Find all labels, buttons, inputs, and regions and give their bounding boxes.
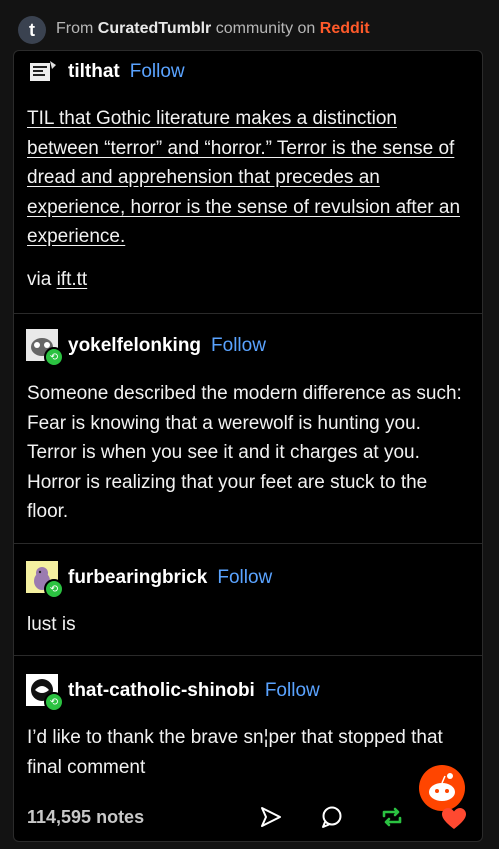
username-label[interactable]: furbearingbrick — [68, 567, 207, 588]
post-username[interactable]: yokelfelonking Follow — [68, 335, 266, 357]
source-middle: community on — [215, 20, 316, 37]
notes-count[interactable]: 114,595 notes — [27, 807, 144, 828]
post-username[interactable]: furbearingbrick Follow — [68, 567, 272, 589]
post-text[interactable]: TIL that Gothic literature makes a disti… — [27, 104, 467, 252]
avatar[interactable]: ⟲ — [26, 329, 64, 367]
source-line: From CuratedTumblr community on Reddit — [56, 20, 370, 38]
tumblr-logo-icon: t — [18, 16, 46, 44]
reblog-badge-icon: ⟲ — [44, 692, 64, 712]
via-line: via ift.tt — [27, 265, 467, 295]
username-label[interactable]: that-catholic-shinobi — [68, 680, 255, 701]
post-username[interactable]: tilthat Follow — [68, 61, 185, 83]
post-text: Someone described the modern difference … — [27, 383, 462, 522]
avatar[interactable] — [26, 57, 58, 89]
post-divider — [14, 543, 482, 544]
follow-button[interactable]: Follow — [211, 335, 266, 356]
post-divider — [14, 655, 482, 656]
reblog-badge-icon: ⟲ — [44, 347, 64, 367]
post-divider — [14, 313, 482, 314]
avatar[interactable]: ⟲ — [26, 674, 64, 712]
source-prefix: From — [56, 20, 94, 37]
community-name[interactable]: CuratedTumblr — [98, 20, 211, 37]
comment-icon[interactable] — [318, 803, 346, 831]
share-icon[interactable] — [257, 803, 285, 831]
via-label: via — [27, 269, 52, 290]
username-label[interactable]: tilthat — [68, 61, 120, 82]
reblog-badge-icon: ⟲ — [44, 579, 64, 599]
tilthat-avatar-icon — [30, 61, 56, 81]
username-label[interactable]: yokelfelonking — [68, 335, 201, 356]
post-text: I’d like to thank the brave sn¦per that … — [27, 727, 443, 778]
tumblr-post-card: tilthat Follow TIL that Gothic literature… — [13, 50, 483, 842]
post-footer: 114,595 notes — [14, 765, 482, 841]
post-text: lust is — [27, 614, 76, 635]
reblog-icon[interactable] — [378, 803, 406, 831]
via-link[interactable]: ift.tt — [57, 269, 88, 290]
like-icon[interactable] — [440, 805, 468, 833]
follow-button[interactable]: Follow — [217, 567, 272, 588]
post-username[interactable]: that-catholic-shinobi Follow — [68, 680, 320, 702]
follow-button[interactable]: Follow — [265, 680, 320, 701]
follow-button[interactable]: Follow — [130, 61, 185, 82]
platform-name[interactable]: Reddit — [320, 20, 370, 37]
avatar[interactable]: ⟲ — [26, 561, 64, 599]
